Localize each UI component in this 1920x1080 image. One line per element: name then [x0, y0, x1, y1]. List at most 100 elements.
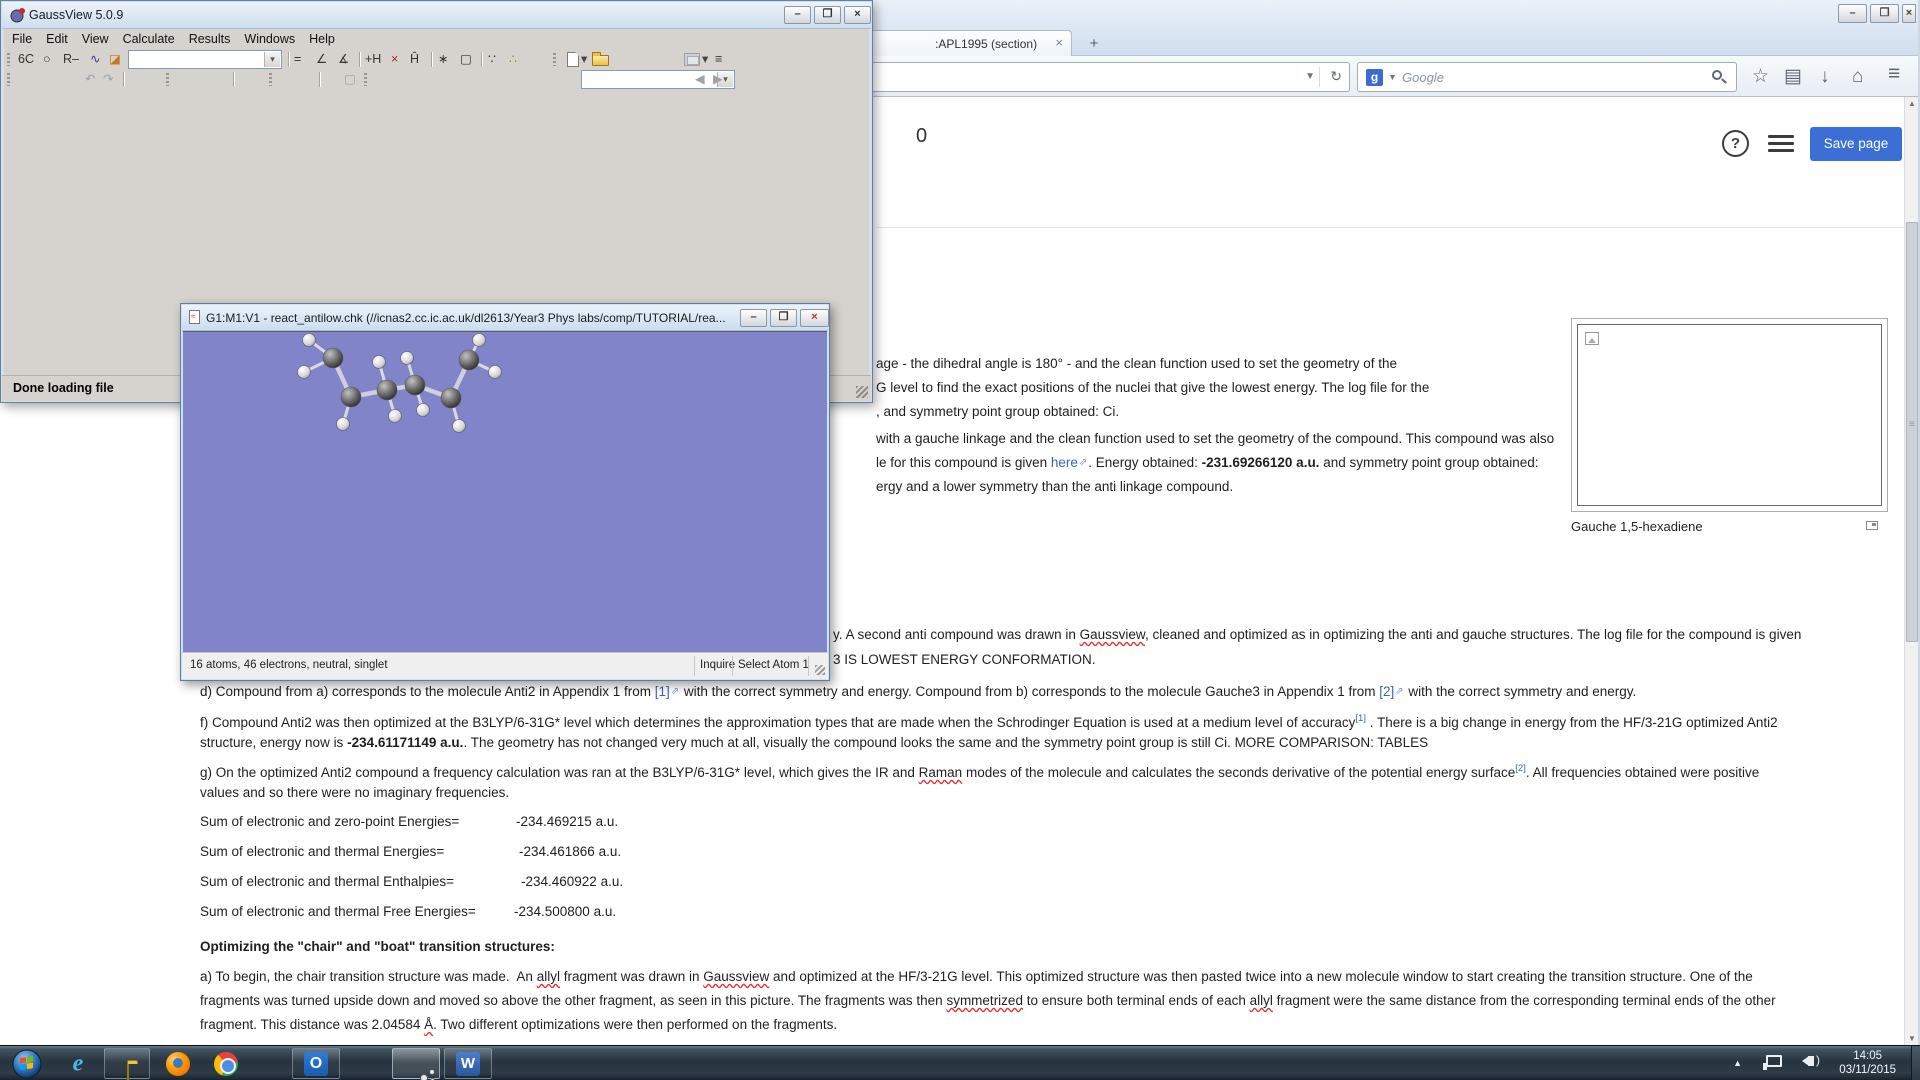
carbon-atom[interactable]: [459, 350, 479, 370]
new-document-icon[interactable]: [567, 52, 579, 67]
hidden-icons-button[interactable]: ▲: [1733, 1058, 1742, 1068]
close-button[interactable]: ×: [844, 6, 871, 24]
text-span: G level to find the exact positions of t…: [876, 380, 1429, 395]
color-atoms-icon[interactable]: ∴: [509, 50, 517, 69]
hydrogen-atom[interactable]: [373, 356, 386, 369]
bond-tool-icon[interactable]: =: [294, 50, 301, 69]
add-valence-icon[interactable]: +H: [365, 50, 381, 69]
hydrogen-atom[interactable]: [473, 334, 486, 347]
external-link-icon[interactable]: ⇗: [670, 686, 680, 697]
menu-item-file[interactable]: File: [5, 30, 39, 49]
wiki-link[interactable]: [1]: [655, 684, 670, 699]
menu-item-calculate[interactable]: Calculate: [116, 30, 182, 49]
taskbar-gaussview-button[interactable]: [392, 1048, 440, 1079]
hydrogen-atom[interactable]: [389, 410, 402, 423]
ring-fragment-icon[interactable]: ○: [43, 50, 51, 69]
carbon-atom[interactable]: [441, 388, 461, 408]
maximize-button[interactable]: ❒: [814, 6, 841, 24]
scrollbar-thumb[interactable]: [1906, 222, 1918, 642]
custom-fragment-icon[interactable]: ◪: [109, 50, 121, 69]
inquire-mode-status: Inquire: [700, 659, 735, 671]
angle-tool-icon[interactable]: ∠: [316, 50, 327, 69]
clean-structure-icon[interactable]: ∗: [438, 50, 448, 69]
text-span: -234.61171149 a.u.: [347, 735, 463, 750]
network-icon[interactable]: [1766, 1055, 1782, 1067]
volume-icon[interactable]: [1808, 1056, 1814, 1066]
atom-dots-icon[interactable]: ∵: [488, 50, 496, 69]
marquee-select-icon[interactable]: ▢: [460, 50, 472, 69]
minimize-button[interactable]: –: [740, 309, 767, 327]
menu-item-help[interactable]: Help: [302, 30, 342, 49]
carbon-atom[interactable]: [323, 348, 343, 368]
taskbar-chrome-button[interactable]: [204, 1048, 248, 1079]
hydrogen-atom[interactable]: [337, 418, 350, 431]
adjust-hydrogens-icon[interactable]: Ĥ: [410, 50, 419, 69]
r-group-fragment-icon[interactable]: R–: [63, 50, 79, 69]
hydrogen-atom[interactable]: [298, 366, 311, 379]
page-menu-icon[interactable]: [1768, 135, 1794, 153]
wiki-link[interactable]: [2]: [1515, 763, 1526, 774]
fragment-combo-box[interactable]: [128, 50, 282, 69]
text-span: Sum of electronic and thermal Enthalpies…: [200, 874, 454, 889]
close-button[interactable]: ×: [800, 309, 829, 327]
dihedral-tool-icon[interactable]: ∡: [338, 50, 349, 69]
scroll-down-icon[interactable]: ▼: [1905, 1034, 1919, 1043]
hydrogen-atom[interactable]: [489, 366, 502, 379]
hydrogen-atom[interactable]: [303, 334, 316, 347]
text-span: g) On the optimized Anti2 compound a fre…: [200, 765, 919, 780]
carbon-atom[interactable]: [377, 380, 397, 400]
taskbar-word-button[interactable]: W: [444, 1048, 492, 1079]
text-span: and optimized at the HF/3-21G level. Thi…: [769, 969, 1753, 984]
enlarge-icon[interactable]: [1866, 521, 1878, 530]
molecule-titlebar[interactable]: G1:M1:V1 - react_antilow.chk (//icnas2.c…: [182, 305, 828, 331]
help-button[interactable]: ?: [1722, 130, 1749, 157]
gaussview-titlebar[interactable]: GaussView 5.0.9 – ❒ ×: [2, 2, 871, 29]
hydrogen-atom[interactable]: [401, 352, 414, 365]
toolbar-grip[interactable]: [7, 53, 10, 66]
text-span: Å: [424, 1017, 433, 1032]
start-button[interactable]: [6, 1048, 48, 1079]
scheme-combo-box[interactable]: [581, 70, 735, 89]
external-link-icon[interactable]: ⇗: [1394, 686, 1404, 697]
delete-atom-icon[interactable]: ×: [391, 50, 398, 69]
element-fragment-icon[interactable]: 6C: [18, 50, 34, 69]
scroll-up-icon[interactable]: ▲: [1905, 99, 1919, 108]
open-file-icon[interactable]: [592, 55, 609, 66]
resize-grip[interactable]: [856, 386, 868, 398]
page-scrollbar[interactable]: ▲ ▼: [1904, 97, 1918, 1045]
wiki-link[interactable]: here: [1051, 455, 1078, 470]
browser-close-button[interactable]: ×: [1902, 4, 1916, 23]
maximize-button[interactable]: ❒: [770, 309, 797, 327]
external-link-icon[interactable]: ⇗: [1078, 457, 1088, 468]
wiki-link[interactable]: [2]: [1379, 684, 1394, 699]
hydrogen-atom[interactable]: [453, 420, 466, 433]
taskbar-clock[interactable]: 14:05 03/11/2015: [1839, 1049, 1896, 1077]
menu-item-edit[interactable]: Edit: [39, 30, 75, 49]
item-list-icon[interactable]: ≡: [715, 50, 722, 69]
hydrogen-atom[interactable]: [417, 404, 430, 417]
dropdown-caret-icon[interactable]: ▾: [702, 50, 708, 69]
word-icon: W: [456, 1052, 480, 1076]
menu-item-windows[interactable]: Windows: [237, 30, 302, 49]
save-page-button[interactable]: Save page: [1810, 127, 1902, 161]
taskbar-explorer-button[interactable]: [104, 1048, 150, 1079]
text-line: 3 IS LOWEST ENERGY CONFORMATION.: [833, 651, 1096, 668]
dropdown-caret-icon[interactable]: ▾: [581, 50, 587, 69]
taskbar-firefox-button[interactable]: [156, 1048, 200, 1079]
show-desktop-button[interactable]: [1911, 1046, 1920, 1080]
resize-grip[interactable]: [815, 665, 825, 675]
text-span: Sum of electronic and zero-point Energie…: [200, 814, 459, 829]
menu-item-results[interactable]: Results: [182, 30, 238, 49]
molecule-viewport[interactable]: [183, 331, 827, 653]
menu-item-view[interactable]: View: [75, 30, 116, 49]
toolbar-grip[interactable]: [7, 73, 10, 86]
taskbar-outlook-button[interactable]: O: [292, 1048, 340, 1079]
taskbar-ie-button[interactable]: e: [56, 1048, 100, 1079]
text-line: f) Compound Anti2 was then optimized at …: [200, 710, 1778, 731]
movie-icon[interactable]: [684, 53, 700, 66]
carbon-atom[interactable]: [341, 387, 361, 407]
minimize-button[interactable]: –: [784, 6, 811, 24]
biopolymer-icon[interactable]: ∿: [90, 50, 100, 69]
carbon-atom[interactable]: [405, 375, 425, 395]
wiki-link[interactable]: [1]: [1355, 713, 1366, 724]
